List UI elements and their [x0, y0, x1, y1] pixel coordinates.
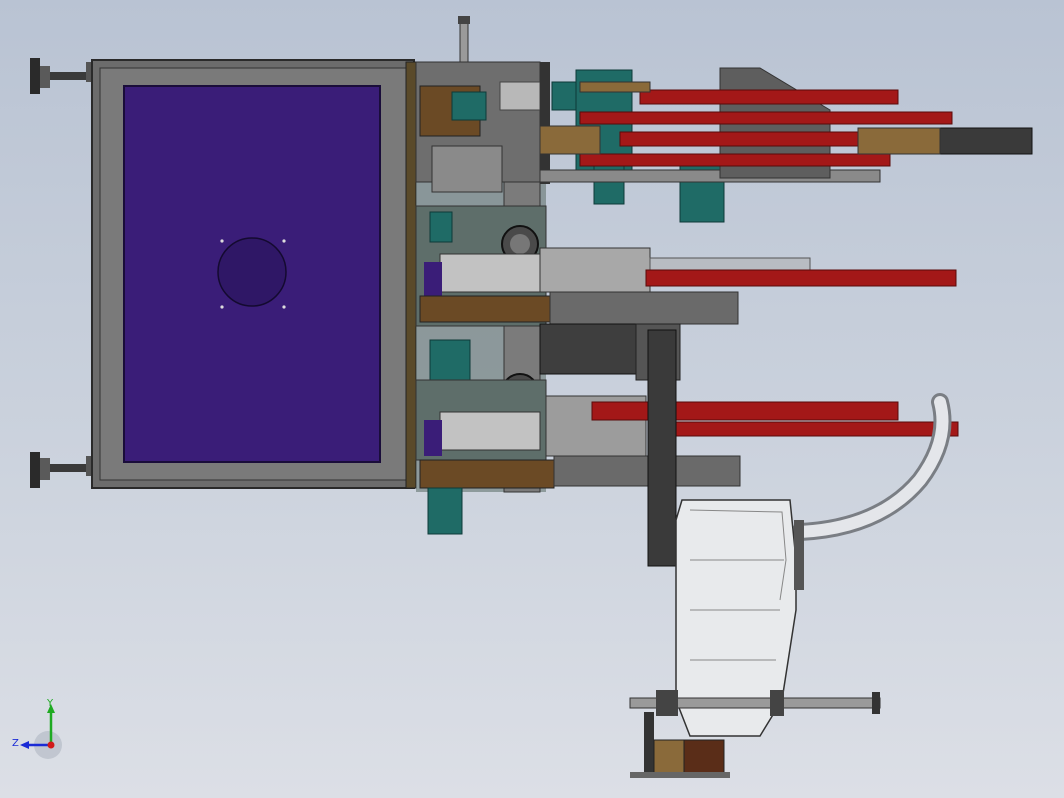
- purple-panel: [123, 85, 381, 463]
- cad-viewport[interactable]: Y Z: [0, 0, 1064, 798]
- leveling-foot-top: [30, 58, 96, 94]
- triad-y-label: Y: [46, 698, 54, 709]
- leveling-foot-bottom: [30, 452, 96, 488]
- triad-z-label: Z: [12, 738, 19, 749]
- coordinate-triad-icon: Y Z: [12, 698, 62, 759]
